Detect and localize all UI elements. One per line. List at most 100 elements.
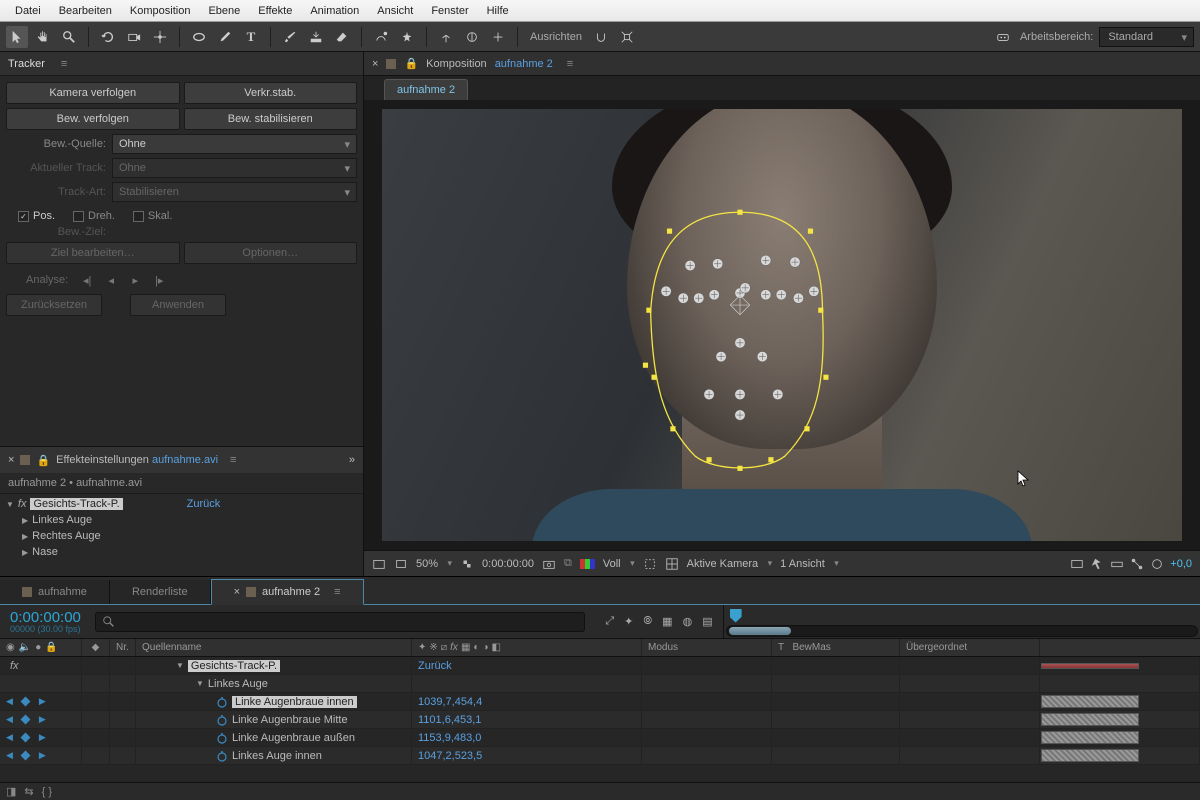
face-track-point[interactable] — [685, 260, 695, 270]
property-value[interactable]: 1047,2,523,5 — [418, 750, 482, 762]
menu-item[interactable]: Animation — [301, 5, 368, 17]
panel-menu-icon[interactable]: ≡ — [567, 58, 573, 70]
label-column-icon[interactable]: ◆ — [92, 642, 100, 653]
menu-item[interactable]: Fenster — [422, 5, 477, 17]
face-track-point[interactable] — [761, 290, 771, 300]
stopwatch-icon[interactable] — [216, 750, 228, 762]
exposure-value[interactable]: +0,0 — [1170, 558, 1192, 570]
frame-blend-icon[interactable]: ▦ — [662, 615, 672, 628]
analyse-forward-one-icon[interactable]: |▸ — [150, 272, 168, 288]
position-checkbox[interactable]: ✓Pos. — [18, 210, 55, 222]
track-type-dropdown[interactable]: Stabilisieren — [112, 182, 357, 202]
zoom-dropdown[interactable]: 50% — [416, 558, 452, 570]
property-value[interactable]: 1101,6,453,1 — [418, 714, 481, 726]
draft3d-icon[interactable]: ✦ — [624, 615, 633, 628]
anchor-tool-icon[interactable] — [149, 26, 171, 48]
comp-name-link[interactable]: aufnahme 2 — [495, 58, 553, 70]
current-time-display[interactable]: 0:00:00:00 00000 (30.00 fps) — [0, 610, 91, 634]
face-track-point[interactable] — [761, 255, 771, 265]
expand-icon[interactable]: ▶ — [22, 548, 28, 557]
keyframe-diamond-icon[interactable] — [17, 716, 35, 723]
zoom-tool-icon[interactable] — [58, 26, 80, 48]
timeline-icon[interactable] — [1110, 557, 1124, 571]
composition-viewer[interactable] — [364, 100, 1200, 550]
transparency-icon[interactable] — [394, 557, 408, 571]
puppet-tool-icon[interactable] — [396, 26, 418, 48]
face-track-overlay[interactable] — [630, 187, 850, 497]
row-name[interactable]: Gesichts-Track-P. — [188, 660, 280, 672]
motion-source-dropdown[interactable]: Ohne — [112, 134, 357, 154]
prev-keyframe-icon[interactable]: ◀ — [6, 732, 13, 743]
face-track-point[interactable] — [793, 293, 803, 303]
timeline-row[interactable]: ◀ ▶ Linke Augenbraue Mitte 1101,6,453,1 — [0, 711, 1200, 729]
eraser-tool-icon[interactable] — [331, 26, 353, 48]
current-track-dropdown[interactable]: Ohne — [112, 158, 357, 178]
timeline-row[interactable]: fx▼Gesichts-Track-P.Zurück — [0, 657, 1200, 675]
timeline-search-input[interactable] — [95, 612, 585, 632]
playhead-icon[interactable] — [730, 609, 742, 623]
column-sourcename[interactable]: Quellenname — [136, 639, 412, 656]
resolution-dropdown[interactable]: Voll — [603, 558, 635, 570]
channel-icon[interactable]: ⧉ — [564, 557, 572, 570]
close-icon[interactable]: × — [8, 454, 14, 466]
keyframe-bar[interactable] — [1041, 749, 1139, 762]
effect-property[interactable]: Nase — [32, 546, 58, 558]
next-keyframe-icon[interactable]: ▶ — [39, 696, 46, 707]
lock-icon[interactable]: 🔒 — [404, 57, 418, 70]
brush-tool-icon[interactable] — [279, 26, 301, 48]
row-name[interactable]: Linke Augenbraue Mitte — [232, 714, 348, 726]
expand-icon[interactable]: ▶ — [22, 532, 28, 541]
type-tool-icon[interactable]: T — [240, 26, 262, 48]
stabilize-motion-button[interactable]: Bew. stabilisieren — [184, 108, 358, 130]
timeline-row[interactable]: ◀▶Linke Augenbraue innen1039,7,454,4 — [0, 693, 1200, 711]
prev-keyframe-icon[interactable]: ◀ — [6, 750, 13, 761]
comp-flowchart-icon[interactable] — [1130, 557, 1144, 571]
keyframe-bar[interactable] — [1041, 695, 1139, 708]
grid-icon[interactable] — [372, 557, 386, 571]
face-track-point[interactable] — [694, 293, 704, 303]
mask-handle-icon[interactable] — [823, 375, 828, 380]
roi-icon[interactable] — [643, 557, 657, 571]
warp-stabilize-button[interactable]: Verkr.stab. — [184, 82, 358, 104]
layer-bar[interactable] — [1041, 663, 1139, 669]
pen-tool-icon[interactable] — [214, 26, 236, 48]
panel-menu-icon[interactable]: ≡ — [61, 58, 67, 70]
face-track-point[interactable] — [661, 286, 671, 296]
effect-reset-link[interactable]: Zurück — [187, 498, 221, 510]
fast-preview-icon[interactable] — [1090, 557, 1104, 571]
column-number[interactable]: Nr. — [110, 639, 136, 656]
face-track-point[interactable] — [773, 389, 783, 399]
options-button[interactable]: Optionen… — [184, 242, 358, 264]
effect-property[interactable]: Linkes Auge — [32, 514, 92, 526]
mask-handle-icon[interactable] — [667, 229, 672, 234]
analyse-back-one-icon[interactable]: ◂| — [78, 272, 96, 288]
rotation-checkbox[interactable]: Dreh. — [73, 210, 115, 222]
snap-icon[interactable] — [590, 26, 612, 48]
mask-handle-icon[interactable] — [768, 457, 773, 462]
face-track-point[interactable] — [704, 389, 714, 399]
expand-icon[interactable]: ▼ — [196, 679, 204, 688]
selection-tool-icon[interactable] — [6, 26, 28, 48]
stopwatch-icon[interactable] — [216, 732, 228, 744]
column-parent[interactable]: Übergeordnet — [900, 639, 1040, 656]
menu-item[interactable]: Hilfe — [478, 5, 518, 17]
mask-handle-icon[interactable] — [818, 308, 823, 313]
next-keyframe-icon[interactable]: ▶ — [39, 714, 46, 725]
menu-item[interactable]: Komposition — [121, 5, 200, 17]
guides-icon[interactable] — [665, 557, 679, 571]
next-keyframe-icon[interactable]: ▶ — [39, 750, 46, 761]
menu-item[interactable]: Ebene — [199, 5, 249, 17]
axis-local-icon[interactable] — [435, 26, 457, 48]
analyse-forward-icon[interactable]: ▸ — [126, 272, 144, 288]
effect-controls-tab[interactable]: Effekteinstellungen aufnahme.avi — [56, 454, 218, 466]
shy-icon[interactable]: ⦾ — [643, 615, 652, 628]
expand-icon[interactable]: ▼ — [6, 500, 14, 509]
row-name[interactable]: Linkes Auge — [208, 678, 268, 690]
face-track-point[interactable] — [713, 259, 723, 269]
camera-tool-icon[interactable] — [123, 26, 145, 48]
prev-keyframe-icon[interactable]: ◀ — [6, 714, 13, 725]
stopwatch-icon[interactable] — [216, 696, 228, 708]
track-motion-button[interactable]: Bew. verfolgen — [6, 108, 180, 130]
effect-property[interactable]: Rechtes Auge — [32, 530, 101, 542]
search-icon[interactable] — [992, 26, 1014, 48]
